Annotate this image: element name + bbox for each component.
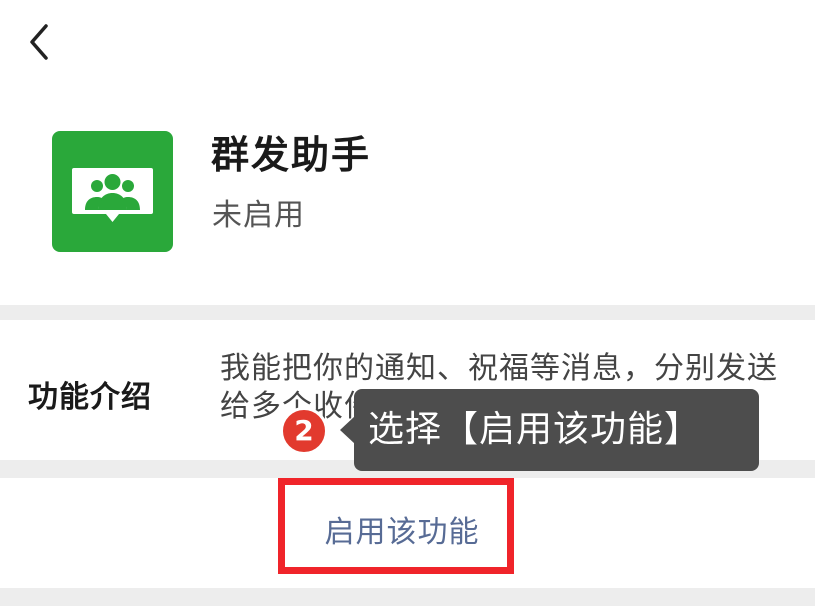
group-people-chat-icon	[52, 131, 173, 252]
feature-intro-label: 功能介绍	[28, 380, 152, 415]
app-icon	[52, 131, 173, 252]
group-broadcast-assistant-page: 群发助手 未启用 功能介绍 我能把你的通知、祝福等消息，分别发送给多个收件人 启…	[0, 0, 815, 606]
section-divider	[0, 305, 815, 320]
instruction-tooltip: 选择【启用该功能】	[354, 389, 759, 471]
app-status: 未启用	[212, 198, 305, 233]
highlight-box	[278, 478, 514, 574]
section-divider	[0, 588, 815, 606]
app-title: 群发助手	[211, 133, 372, 177]
tooltip-arrow	[340, 416, 355, 444]
step-number-badge: 2	[280, 407, 328, 455]
